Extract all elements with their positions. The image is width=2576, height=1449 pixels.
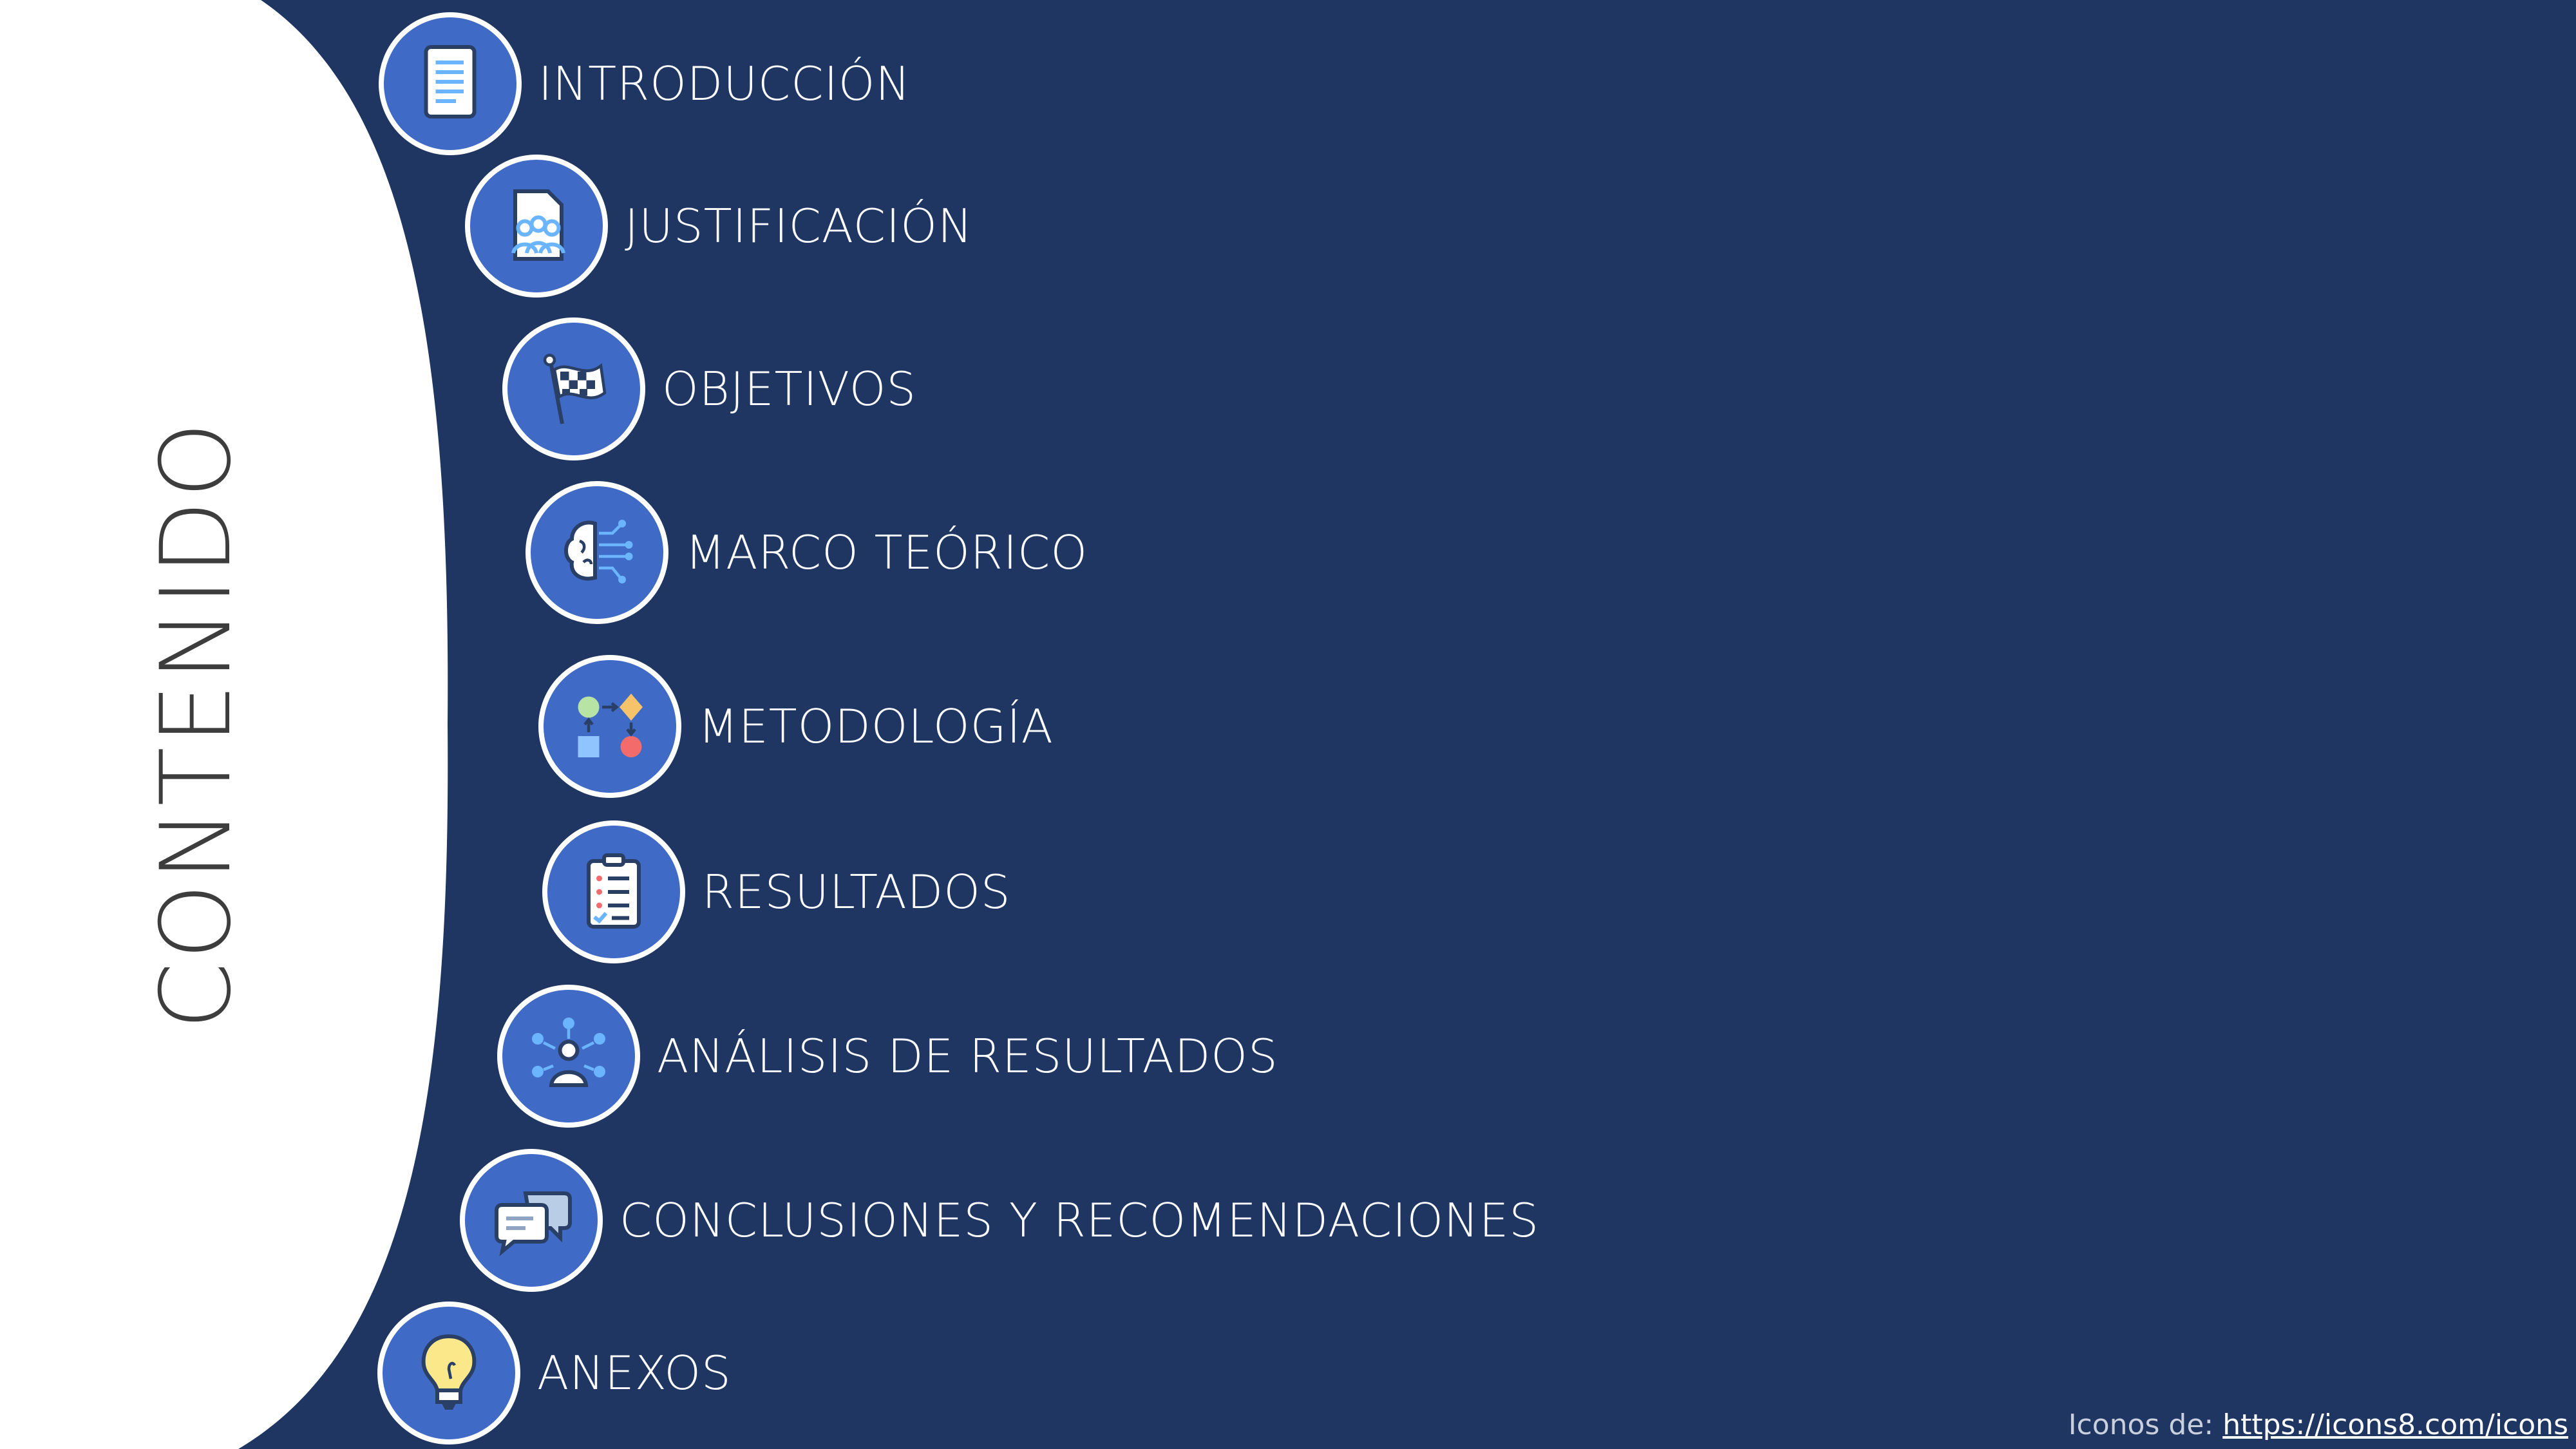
menu-item-analisis-de-resultados[interactable]: ANÁLISIS DE RESULTADOS [497,982,1278,1130]
icons-credit: Iconos de: https://icons8.com/icons [2069,1408,2568,1441]
menu-item-justificacion[interactable]: JUSTIFICACIÓN [465,152,973,300]
menu-item-label: INTRODUCCIÓN [538,57,911,111]
brain-circuit-icon [526,481,668,624]
menu-item-label: RESULTADOS [702,865,1011,919]
clipboard-checklist-icon [542,820,685,963]
menu-item-label: ANÁLISIS DE RESULTADOS [657,1029,1278,1083]
menu-item-label: JUSTIFICACIÓN [625,199,973,253]
section-title: CONTENIDO [140,419,252,1030]
chat-bubbles-icon [460,1149,603,1292]
icons8-link[interactable]: https://icons8.com/icons [2222,1408,2568,1441]
slide: CONTENIDO INTRODUCCIÓN JUSTIFICACIÓN OBJ… [0,0,2576,1449]
credit-prefix: Iconos de: [2068,1408,2223,1441]
menu-item-label: OBJETIVOS [662,362,917,416]
checkered-flag-icon [502,317,645,460]
user-network-icon [497,985,640,1128]
menu-item-marco-teorico[interactable]: MARCO TEÓRICO [526,478,1088,627]
menu-item-metodologia[interactable]: METODOLOGÍA [538,652,1054,800]
document-icon [379,12,522,155]
menu-item-label: ANEXOS [537,1346,732,1400]
flowchart-icon [538,655,681,798]
menu-item-objetivos[interactable]: OBJETIVOS [502,315,916,463]
group-document-icon [465,155,608,298]
menu-item-resultados[interactable]: RESULTADOS [542,818,1011,966]
menu-item-conclusiones[interactable]: CONCLUSIONES Y RECOMENDACIONES [460,1146,1539,1294]
menu-item-anexos[interactable]: ANEXOS [377,1299,732,1447]
menu-item-introduccion[interactable]: INTRODUCCIÓN [379,10,911,158]
menu-item-label: METODOLOGÍA [698,699,1054,753]
menu-item-label: CONCLUSIONES Y RECOMENDACIONES [620,1193,1540,1247]
lightbulb-icon [377,1302,520,1444]
menu-item-label: MARCO TEÓRICO [685,526,1088,580]
